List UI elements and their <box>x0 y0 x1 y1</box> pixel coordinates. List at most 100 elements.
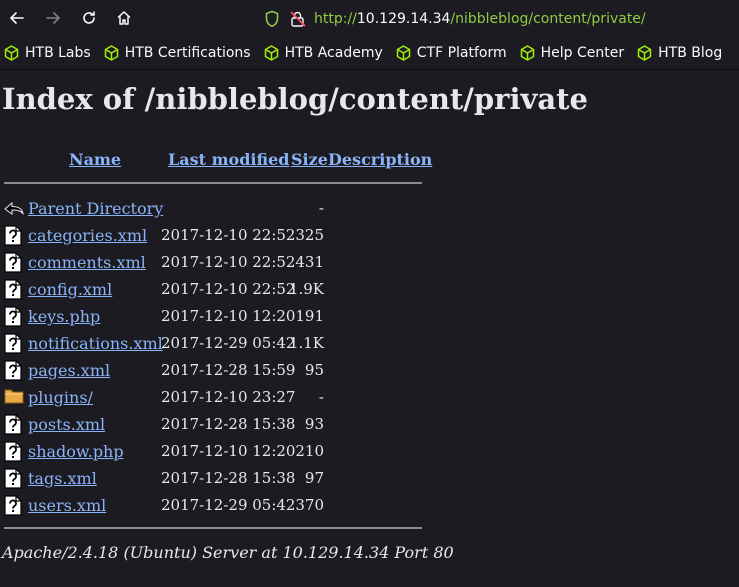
column-header-name[interactable]: Name <box>69 150 121 169</box>
size-cell: 191 <box>295 307 324 325</box>
column-header-last-modified[interactable]: Last modified <box>168 150 289 169</box>
table-row: comments.xml 2017-12-10 22:52 431 <box>0 249 430 276</box>
last-modified-cell: 2017-12-28 15:38 <box>161 415 296 433</box>
last-modified-cell: 2017-12-28 15:59 <box>161 361 296 379</box>
table-row: categories.xml 2017-12-10 22:52 325 <box>0 222 430 249</box>
server-signature: Apache/2.4.18 (Ubuntu) Server at 10.129.… <box>2 543 454 562</box>
table-row: notifications.xml 2017-12-29 05:42 1.1K <box>0 330 430 357</box>
unknown-file-icon <box>4 333 23 354</box>
arrow-right-icon <box>46 12 60 24</box>
bookmark-htb-academy[interactable]: HTB Academy <box>264 45 383 61</box>
bookmark-htb-labs[interactable]: HTB Labs <box>4 45 91 61</box>
unknown-file-icon <box>4 468 23 489</box>
table-row: tags.xml 2017-12-28 15:38 97 <box>0 465 430 492</box>
bookmark-htb-blog[interactable]: HTB Blog <box>637 45 722 61</box>
column-header-description[interactable]: Description <box>328 150 432 169</box>
footer-divider <box>4 527 422 529</box>
unknown-file-icon <box>4 495 23 516</box>
bookmark-ctf-platform[interactable]: CTF Platform <box>396 45 507 61</box>
table-row: plugins/2017-12-10 23:27 - <box>0 384 430 411</box>
size-cell: 97 <box>304 469 324 487</box>
page-content: Index of /nibbleblog/content/private Nam… <box>0 70 739 587</box>
bookmark-label: Help Center <box>540 45 625 61</box>
last-modified-cell: 2017-12-10 22:52 <box>161 253 296 271</box>
file-link[interactable]: users.xml <box>28 496 106 515</box>
last-modified-cell: 2017-12-28 15:38 <box>161 469 296 487</box>
url-path: /nibbleblog/content/private/ <box>450 10 646 27</box>
reload-button[interactable] <box>74 3 104 33</box>
home-icon <box>117 11 131 25</box>
last-modified-cell: 2017-12-10 22:52 <box>161 280 296 298</box>
browser-toolbar: http://10.129.14.34/nibbleblog/content/p… <box>0 0 739 37</box>
file-link[interactable]: Parent Directory <box>28 199 163 218</box>
bookmark-label: HTB Certifications <box>124 45 251 61</box>
url-bar[interactable]: http://10.129.14.34/nibbleblog/content/p… <box>262 0 646 37</box>
size-cell: - <box>318 388 324 406</box>
last-modified-cell: 2017-12-29 05:42 <box>161 496 296 514</box>
arrow-left-icon <box>10 12 24 24</box>
header-divider <box>4 182 422 184</box>
url-text[interactable]: http://10.129.14.34/nibbleblog/content/p… <box>314 11 646 27</box>
last-modified-cell: 2017-12-10 12:20 <box>161 442 296 460</box>
bookmark-label: HTB Labs <box>25 45 91 61</box>
page-title: Index of /nibbleblog/content/private <box>2 82 588 116</box>
folder-icon <box>4 387 24 408</box>
table-row: keys.php 2017-12-10 12:20 191 <box>0 303 430 330</box>
htb-cube-icon <box>104 45 118 61</box>
shield-icon[interactable] <box>262 9 282 29</box>
size-cell: 431 <box>295 253 324 271</box>
unknown-file-icon <box>4 279 23 300</box>
size-cell: 325 <box>295 226 324 244</box>
unknown-file-icon <box>4 414 23 435</box>
file-link[interactable]: categories.xml <box>28 226 147 245</box>
size-cell: 210 <box>295 442 324 460</box>
bookmark-htb-certifications[interactable]: HTB Certifications <box>104 45 251 61</box>
table-row: posts.xml 2017-12-28 15:38 93 <box>0 411 430 438</box>
table-row: Parent Directory - <box>0 195 430 222</box>
bookmark-label: HTB Academy <box>284 45 383 61</box>
file-link[interactable]: config.xml <box>28 280 112 299</box>
column-header-size[interactable]: Size <box>291 150 328 169</box>
size-cell: 1.9K <box>288 280 324 298</box>
htb-cube-icon <box>396 45 410 61</box>
htb-cube-icon <box>520 45 534 61</box>
size-cell: 93 <box>304 415 324 433</box>
unknown-file-icon <box>4 360 23 381</box>
forward-button[interactable] <box>38 3 68 33</box>
table-row: shadow.php 2017-12-10 12:20 210 <box>0 438 430 465</box>
size-cell: 95 <box>304 361 324 379</box>
size-cell: 1.1K <box>288 334 324 352</box>
back-icon <box>4 198 24 219</box>
last-modified-cell: 2017-12-10 23:27 <box>161 388 296 406</box>
last-modified-cell: 2017-12-10 12:20 <box>161 307 296 325</box>
file-link[interactable]: keys.php <box>28 307 100 326</box>
bookmark-label: HTB Blog <box>658 45 723 61</box>
htb-cube-icon <box>4 45 19 61</box>
size-cell: 370 <box>295 496 324 514</box>
file-link[interactable]: posts.xml <box>28 415 105 434</box>
htb-cube-icon <box>264 45 278 61</box>
unknown-file-icon <box>4 252 23 273</box>
table-row: config.xml 2017-12-10 22:52 1.9K <box>0 276 430 303</box>
file-link[interactable]: pages.xml <box>28 361 110 380</box>
table-row: pages.xml 2017-12-28 15:59 95 <box>0 357 430 384</box>
url-scheme: http:// <box>314 10 357 27</box>
back-button[interactable] <box>2 3 32 33</box>
file-link[interactable]: notifications.xml <box>28 334 163 353</box>
bookmark-help-center[interactable]: Help Center <box>520 45 625 61</box>
file-link[interactable]: plugins/ <box>28 388 93 407</box>
insecure-lock-icon[interactable] <box>288 9 308 29</box>
file-link[interactable]: comments.xml <box>28 253 146 272</box>
bookmark-label: CTF Platform <box>416 45 507 61</box>
table-row: users.xml 2017-12-29 05:42 370 <box>0 492 430 519</box>
unknown-file-icon <box>4 306 23 327</box>
unknown-file-icon <box>4 225 23 246</box>
unknown-file-icon <box>4 441 23 462</box>
file-link[interactable]: shadow.php <box>28 442 124 461</box>
home-button[interactable] <box>109 3 139 33</box>
file-link[interactable]: tags.xml <box>28 469 97 488</box>
bookmarks-toolbar: HTB Labs HTB Certifications HTB Academy … <box>0 37 739 70</box>
last-modified-cell: 2017-12-29 05:42 <box>161 334 296 352</box>
size-cell: - <box>318 199 324 217</box>
last-modified-cell: 2017-12-10 22:52 <box>161 226 296 244</box>
